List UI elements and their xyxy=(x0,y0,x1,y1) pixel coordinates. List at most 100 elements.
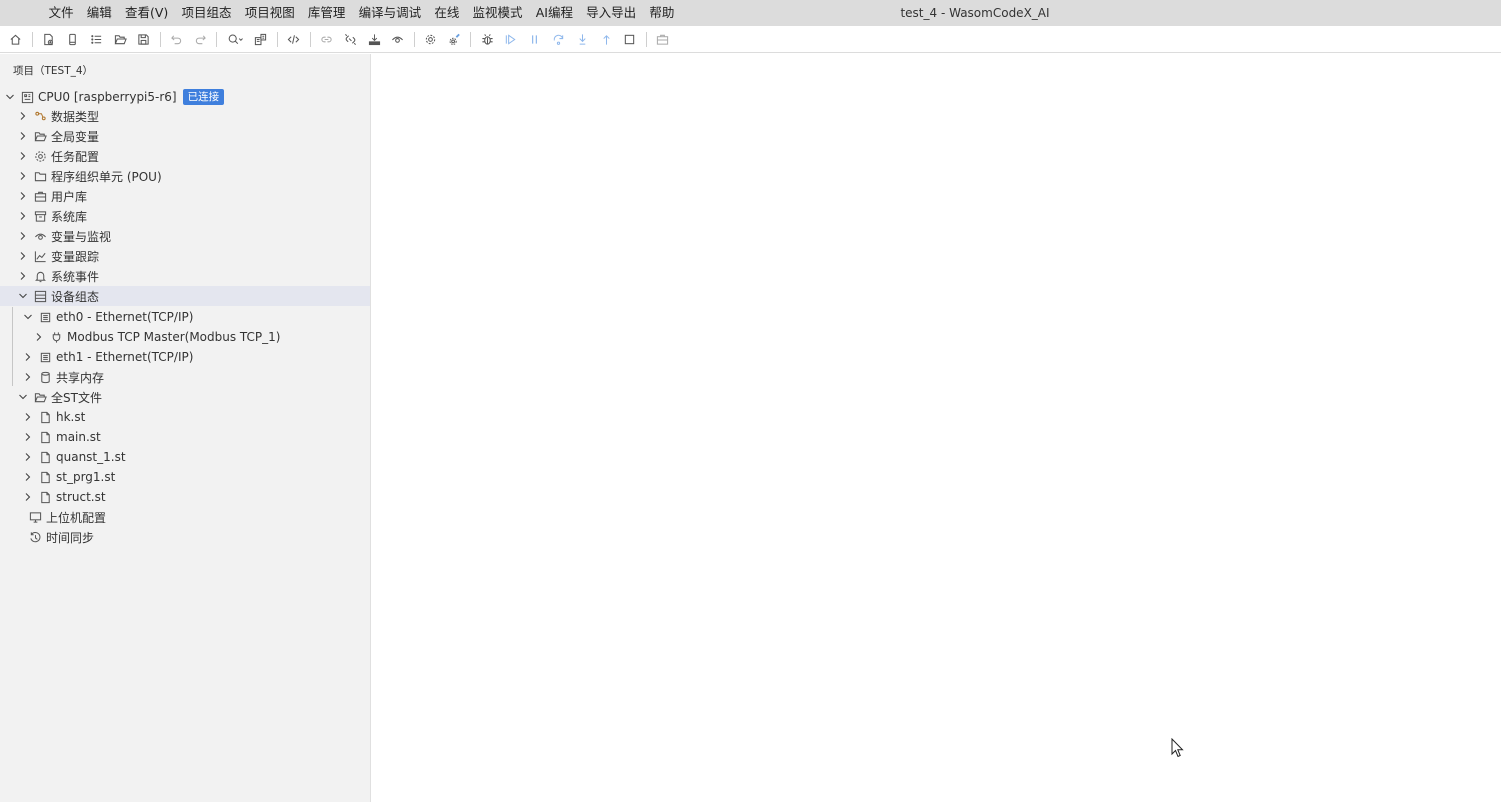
chevron-right-icon[interactable] xyxy=(17,270,29,282)
tree-item-shared-memory[interactable]: 共享内存 xyxy=(0,367,370,387)
tree-item-eth1[interactable]: eth1 - Ethernet(TCP/IP) xyxy=(0,347,370,367)
tree-item-host-config[interactable]: 上位机配置 xyxy=(0,507,370,527)
chevron-right-icon[interactable] xyxy=(22,491,34,503)
chevron-right-icon[interactable] xyxy=(17,210,29,222)
tree-item-system-events[interactable]: 系统事件 xyxy=(0,266,370,286)
run-icon[interactable] xyxy=(502,30,520,48)
plug-icon xyxy=(49,330,64,345)
step-into-icon[interactable] xyxy=(573,30,591,48)
menu-ai-programming[interactable]: AI编程 xyxy=(529,0,579,26)
tree-item-modbus[interactable]: Modbus TCP Master(Modbus TCP_1) xyxy=(0,327,370,347)
unlink-icon[interactable] xyxy=(341,30,359,48)
tree-label: struct.st xyxy=(56,490,106,504)
menu-import-export[interactable]: 导入导出 xyxy=(580,0,643,26)
device-icon[interactable] xyxy=(63,30,81,48)
chevron-right-icon[interactable] xyxy=(17,130,29,142)
menu-online[interactable]: 在线 xyxy=(428,0,466,26)
menu-build-debug[interactable]: 编译与调试 xyxy=(352,0,428,26)
chevron-down-icon[interactable] xyxy=(17,290,29,302)
chevron-down-icon[interactable] xyxy=(4,91,16,103)
menu-help[interactable]: 帮助 xyxy=(643,0,681,26)
chevron-right-icon[interactable] xyxy=(33,331,45,343)
chevron-right-icon[interactable] xyxy=(22,471,34,483)
pause-icon[interactable] xyxy=(526,30,544,48)
cpu-label: CPU0 [raspberrypi5-r6] xyxy=(38,90,177,104)
tree-label: 程序组织单元 (POU) xyxy=(51,169,162,184)
tree-item-var-monitor[interactable]: 变量与监视 xyxy=(0,226,370,246)
menu-bar: 文件 编辑 查看(V) 项目组态 项目视图 库管理 编译与调试 在线 监视模式 … xyxy=(0,0,1501,26)
chevron-down-icon[interactable] xyxy=(22,311,34,323)
home-icon[interactable] xyxy=(7,30,25,48)
menu-monitor-mode[interactable]: 监视模式 xyxy=(466,0,529,26)
tree-label: 变量与监视 xyxy=(51,229,112,244)
chevron-right-icon[interactable] xyxy=(22,411,34,423)
file-icon xyxy=(38,410,53,425)
tree-label: 上位机配置 xyxy=(46,510,107,525)
line-chart-icon xyxy=(33,249,48,264)
tree-item-data-types[interactable]: 数据类型 xyxy=(0,106,370,126)
tree-item-system-lib[interactable]: 系统库 xyxy=(0,206,370,226)
tree-item-task-config[interactable]: 任务配置 xyxy=(0,146,370,166)
settings-edit-icon[interactable] xyxy=(445,30,463,48)
tree-item-eth0[interactable]: eth0 - Ethernet(TCP/IP) xyxy=(0,307,370,327)
code-icon[interactable] xyxy=(285,30,303,48)
tree-item-cpu[interactable]: CPU0 [raspberrypi5-r6] 已连接 xyxy=(0,87,370,107)
tree-item-st-file[interactable]: quanst_1.st xyxy=(0,447,370,467)
search-icon[interactable] xyxy=(224,30,246,48)
monitor-eye-icon[interactable] xyxy=(389,30,407,48)
open-folder-icon[interactable] xyxy=(111,30,129,48)
tree-label: 任务配置 xyxy=(51,149,100,164)
chevron-down-icon[interactable] xyxy=(17,391,29,403)
toolbar-divider xyxy=(216,31,218,47)
save-icon[interactable] xyxy=(135,30,153,48)
toolbox-icon[interactable] xyxy=(654,30,672,48)
chevron-right-icon[interactable] xyxy=(22,351,34,363)
tree-item-user-lib[interactable]: 用户库 xyxy=(0,186,370,206)
folder-open-icon xyxy=(33,129,48,144)
tree-label: 系统事件 xyxy=(51,269,100,284)
menu-view[interactable]: 查看(V) xyxy=(118,0,175,26)
new-file-icon[interactable] xyxy=(40,30,58,48)
download-icon[interactable] xyxy=(365,30,383,48)
chevron-right-icon[interactable] xyxy=(17,250,29,262)
link-icon[interactable] xyxy=(317,30,335,48)
tree-item-device-config[interactable]: 设备组态 xyxy=(0,286,370,306)
editor-area[interactable] xyxy=(371,54,1501,802)
step-out-icon[interactable] xyxy=(597,30,615,48)
redo-icon[interactable] xyxy=(191,30,209,48)
chevron-right-icon[interactable] xyxy=(22,451,34,463)
debug-icon[interactable] xyxy=(478,30,496,48)
tree-item-st-file[interactable]: hk.st xyxy=(0,407,370,427)
replace-icon[interactable] xyxy=(252,30,270,48)
tree-item-st-file[interactable]: struct.st xyxy=(0,487,370,507)
briefcase-icon xyxy=(33,189,48,204)
menu-file[interactable]: 文件 xyxy=(42,0,80,26)
tree-item-st-file[interactable]: st_prg1.st xyxy=(0,467,370,487)
chevron-right-icon[interactable] xyxy=(22,431,34,443)
undo-icon[interactable] xyxy=(168,30,186,48)
eye-icon xyxy=(33,229,48,244)
chevron-right-icon[interactable] xyxy=(17,150,29,162)
menu-project-config[interactable]: 项目组态 xyxy=(175,0,238,26)
tree-label: 时间同步 xyxy=(46,530,95,545)
file-icon xyxy=(38,450,53,465)
tree-item-var-trace[interactable]: 变量跟踪 xyxy=(0,246,370,266)
menu-edit[interactable]: 编辑 xyxy=(80,0,118,26)
chevron-right-icon[interactable] xyxy=(17,190,29,202)
tree-item-pou[interactable]: 程序组织单元 (POU) xyxy=(0,166,370,186)
chevron-right-icon[interactable] xyxy=(17,230,29,242)
stop-icon[interactable] xyxy=(621,30,639,48)
step-over-icon[interactable] xyxy=(550,30,568,48)
chevron-right-icon[interactable] xyxy=(22,371,34,383)
chevron-right-icon[interactable] xyxy=(17,110,29,122)
tree-item-global-vars[interactable]: 全局变量 xyxy=(0,126,370,146)
settings-icon[interactable] xyxy=(422,30,440,48)
tree-item-time-sync[interactable]: 时间同步 xyxy=(0,527,370,547)
chevron-right-icon[interactable] xyxy=(17,170,29,182)
menu-project-view[interactable]: 项目视图 xyxy=(238,0,301,26)
list-icon[interactable] xyxy=(87,30,105,48)
tree-item-st-file[interactable]: main.st xyxy=(0,427,370,447)
menu-library[interactable]: 库管理 xyxy=(301,0,352,26)
data-types-icon xyxy=(33,109,48,124)
tree-item-all-st-files[interactable]: 全ST文件 xyxy=(0,387,370,407)
